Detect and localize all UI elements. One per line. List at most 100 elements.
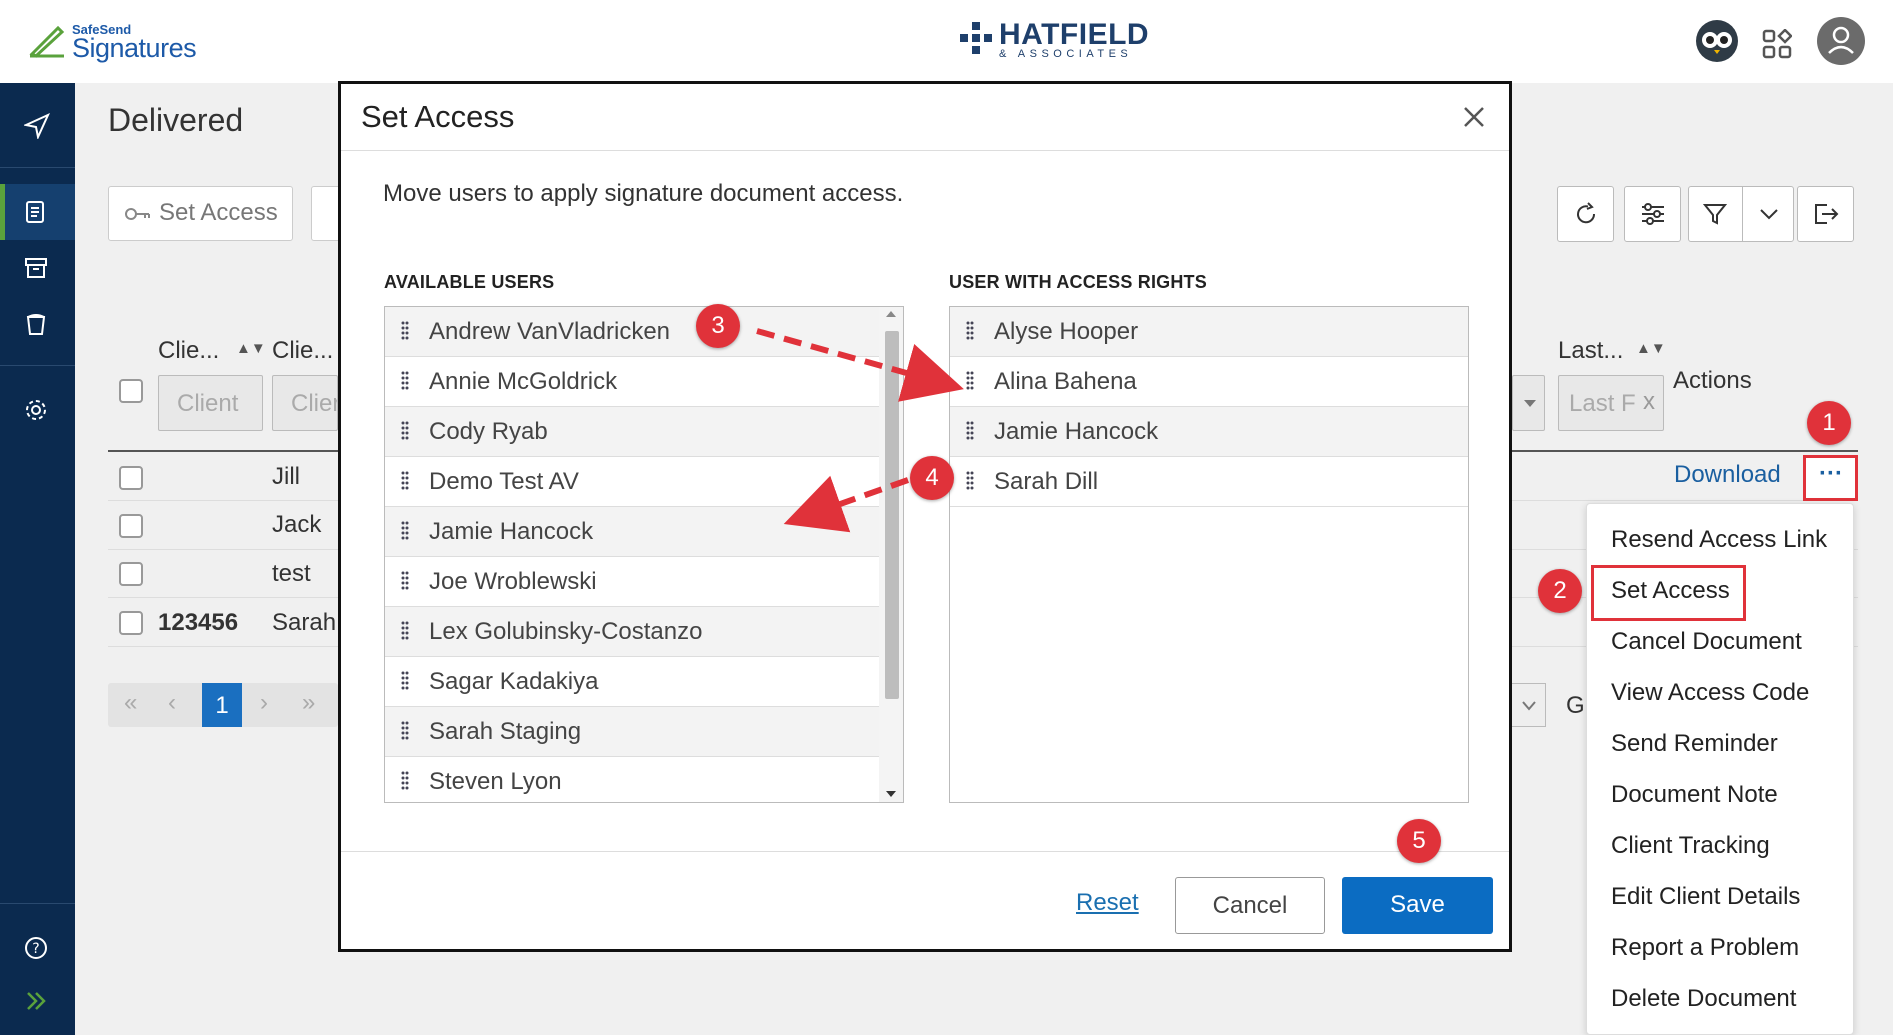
column-header-last[interactable]: Last...: [1558, 337, 1623, 365]
filter-button[interactable]: [1688, 186, 1794, 242]
refresh-icon: [1576, 202, 1595, 224]
column-settings-button[interactable]: [1624, 186, 1681, 242]
list-item[interactable]: Annie McGoldrick: [385, 357, 879, 407]
sidebar-item-archive[interactable]: [0, 240, 75, 296]
sidebar-item-settings[interactable]: [0, 382, 75, 438]
sidebar-item-send[interactable]: [0, 97, 75, 153]
clear-filter-icon[interactable]: x: [1643, 388, 1655, 416]
list-item[interactable]: Jamie Hancock: [950, 407, 1468, 457]
download-link[interactable]: Download: [1674, 461, 1781, 489]
menu-item-document-note[interactable]: Document Note: [1611, 781, 1778, 809]
reset-link[interactable]: Reset: [1076, 889, 1139, 917]
owl-avatar-icon[interactable]: [1696, 20, 1738, 62]
menu-item-cancel-document[interactable]: Cancel Document: [1611, 628, 1802, 656]
list-item[interactable]: Demo Test AV: [385, 457, 879, 507]
menu-item-client-tracking[interactable]: Client Tracking: [1611, 832, 1770, 860]
sort-icon[interactable]: ▲▼: [236, 340, 266, 357]
list-item[interactable]: Jamie Hancock: [385, 507, 879, 557]
sidebar-item-delivered[interactable]: [0, 184, 75, 240]
dialog-description: Move users to apply signature document a…: [383, 180, 904, 207]
list-item[interactable]: Joe Wroblewski: [385, 557, 879, 607]
drag-handle-icon[interactable]: [401, 721, 409, 741]
sliders-icon: [1641, 203, 1664, 225]
last-page-button[interactable]: »: [302, 689, 315, 717]
list-item[interactable]: Sagar Kadakiya: [385, 657, 879, 707]
drag-handle-icon[interactable]: [401, 521, 409, 541]
more-actions-button[interactable]: ···: [1819, 460, 1843, 488]
menu-item-send-reminder[interactable]: Send Reminder: [1611, 730, 1778, 758]
sidebar-expand[interactable]: [0, 973, 75, 1029]
dropdown-filter-stub[interactable]: [1512, 375, 1545, 431]
list-item[interactable]: Alina Bahena: [950, 357, 1468, 407]
sidebar-item-help[interactable]: ?: [0, 920, 75, 976]
scrollbar-thumb[interactable]: [885, 331, 899, 699]
row-checkbox[interactable]: [119, 514, 143, 538]
client-name-filter-input[interactable]: Clier: [272, 375, 338, 431]
list-item[interactable]: Lex Golubinsky-Costanzo: [385, 607, 879, 657]
drag-handle-icon[interactable]: [401, 571, 409, 591]
row-checkbox[interactable]: [119, 611, 143, 635]
sort-icon[interactable]: ▲▼: [1636, 340, 1666, 357]
left-sidebar: ?: [0, 83, 75, 1035]
close-icon[interactable]: [1463, 106, 1485, 128]
prev-page-button[interactable]: ‹: [168, 689, 176, 717]
drag-handle-icon[interactable]: [966, 371, 974, 391]
dialog-footer-divider: [341, 851, 1509, 852]
set-access-toolbar-button[interactable]: Set Access: [108, 186, 293, 241]
menu-item-edit-client-details[interactable]: Edit Client Details: [1611, 883, 1800, 911]
drag-handle-icon[interactable]: [966, 471, 974, 491]
drag-handle-icon[interactable]: [401, 321, 409, 341]
next-page-button[interactable]: ›: [260, 689, 268, 717]
page-size-select-stub[interactable]: [1510, 683, 1546, 727]
firm-subtitle: & ASSOCIATES: [999, 48, 1133, 60]
svg-text:?: ?: [32, 941, 39, 957]
menu-item-view-access-code[interactable]: View Access Code: [1611, 679, 1809, 707]
save-button[interactable]: Save: [1342, 877, 1493, 934]
page-1-button[interactable]: 1: [202, 683, 242, 727]
list-item[interactable]: Andrew VanVladricken: [385, 307, 879, 357]
row-client-name: test: [272, 560, 311, 587]
export-button[interactable]: [1797, 186, 1854, 242]
set-access-toolbar-label: Set Access: [159, 199, 278, 226]
drag-handle-icon[interactable]: [401, 771, 409, 791]
profile-avatar-icon[interactable]: [1817, 17, 1865, 65]
first-page-button[interactable]: «: [124, 689, 137, 717]
firm-name: HATFIELD: [999, 18, 1150, 51]
column-header-client-name[interactable]: Clie...: [272, 337, 333, 365]
select-all-checkbox[interactable]: [119, 379, 143, 403]
row-checkbox[interactable]: [119, 466, 143, 490]
list-item[interactable]: Sarah Dill: [950, 457, 1468, 507]
drag-handle-icon[interactable]: [401, 471, 409, 491]
cancel-button[interactable]: Cancel: [1175, 877, 1325, 934]
filter-divider: [1742, 187, 1743, 241]
row-client-id: 123456: [158, 609, 239, 636]
apps-grid-icon[interactable]: [1762, 29, 1792, 59]
toolbar-button-obscured[interactable]: [311, 186, 341, 241]
refresh-button[interactable]: [1557, 186, 1614, 242]
list-item[interactable]: Steven Lyon: [385, 757, 879, 802]
list-item[interactable]: Sarah Staging: [385, 707, 879, 757]
row-checkbox[interactable]: [119, 562, 143, 586]
scroll-up-icon[interactable]: [879, 307, 903, 321]
drag-handle-icon[interactable]: [401, 421, 409, 441]
column-header-client-id[interactable]: Clie...: [158, 337, 219, 365]
list-item[interactable]: Alyse Hooper: [950, 307, 1468, 357]
client-id-filter-input[interactable]: Client: [158, 375, 263, 431]
list-item[interactable]: Cody Ryab: [385, 407, 879, 457]
sidebar-item-recycle[interactable]: [0, 296, 75, 352]
menu-item-resend-access-link[interactable]: Resend Access Link: [1611, 526, 1827, 554]
drag-handle-icon[interactable]: [401, 671, 409, 691]
drag-handle-icon[interactable]: [401, 621, 409, 641]
drag-handle-icon[interactable]: [966, 321, 974, 341]
available-users-list[interactable]: Andrew VanVladricken Annie McGoldrick Co…: [384, 306, 904, 803]
access-users-list[interactable]: Alyse Hooper Alina Bahena Jamie Hancock …: [949, 306, 1469, 803]
last-filter-input[interactable]: Last F x: [1558, 375, 1664, 431]
go-to-page-label: G: [1566, 692, 1585, 719]
menu-item-report-a-problem[interactable]: Report a Problem: [1611, 934, 1799, 962]
drag-handle-icon[interactable]: [966, 421, 974, 441]
menu-item-delete-document[interactable]: Delete Document: [1611, 985, 1796, 1013]
scroll-down-icon[interactable]: [879, 787, 903, 801]
filter-icon: [1703, 204, 1727, 225]
chevron-down-icon[interactable]: [1759, 208, 1779, 220]
drag-handle-icon[interactable]: [401, 371, 409, 391]
